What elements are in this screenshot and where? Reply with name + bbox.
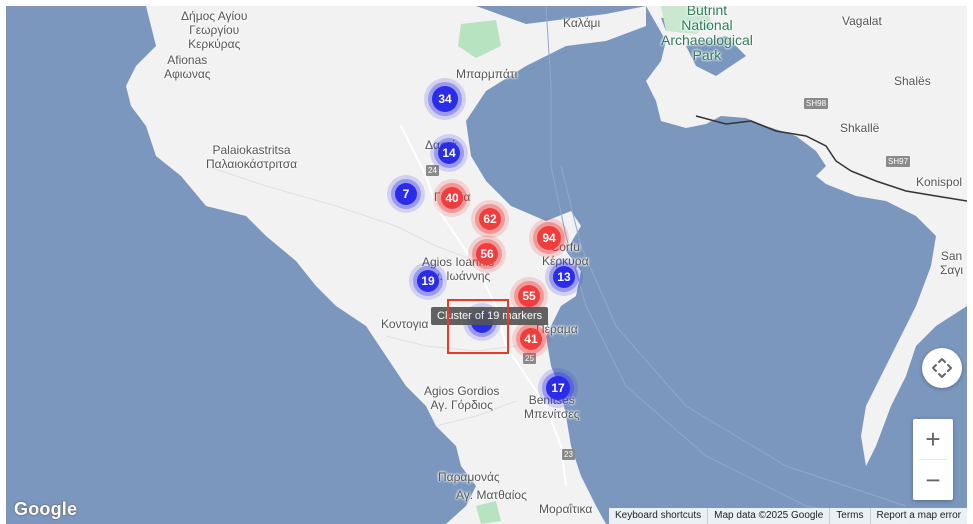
marker-cluster[interactable]: 19 bbox=[409, 262, 447, 300]
cluster-count: 34 bbox=[438, 92, 452, 106]
report-error-link[interactable]: Report a map error bbox=[869, 508, 967, 524]
marker-cluster[interactable]: 56 bbox=[468, 235, 506, 273]
place-label-kontogia: Κοντογια bbox=[381, 317, 429, 331]
fullscreen-icon bbox=[932, 358, 952, 378]
label-line: Αγ. Γόρδιος bbox=[430, 398, 493, 412]
place-label-konispol: Konispol bbox=[916, 175, 963, 189]
cluster-count: 56 bbox=[480, 247, 494, 261]
label-line: San bbox=[940, 249, 963, 263]
marker-cluster[interactable]: 34 bbox=[424, 78, 466, 120]
road-shield-23: 23 bbox=[562, 449, 575, 460]
place-label-san: San Σαγι bbox=[940, 249, 963, 277]
marker-cluster[interactable]: 13 bbox=[545, 258, 583, 296]
zoom-out-button[interactable]: − bbox=[913, 460, 953, 500]
road-shield-sh98: SH98 bbox=[804, 98, 829, 109]
label-line: Park bbox=[692, 47, 722, 63]
attribution-bar: Keyboard shortcuts Map data ©2025 Google… bbox=[608, 508, 967, 524]
fullscreen-button[interactable] bbox=[922, 348, 962, 388]
cluster-count: 55 bbox=[522, 289, 536, 303]
place-label-barbati: Μπαρμπάτι bbox=[456, 67, 518, 81]
cluster-count: 19 bbox=[421, 274, 435, 288]
cluster-count: 13 bbox=[557, 270, 571, 284]
label-line: Agios Gordios bbox=[424, 384, 500, 398]
label-line: Κερκύρας bbox=[188, 37, 241, 51]
marker-cluster[interactable]: 7 bbox=[387, 175, 425, 213]
marker-cluster[interactable]: 40 bbox=[433, 179, 471, 217]
cluster-count: 94 bbox=[542, 231, 556, 245]
cluster-count: 40 bbox=[445, 191, 459, 205]
label-line: Γεωργίου bbox=[189, 23, 240, 37]
label-line: National bbox=[681, 17, 733, 33]
place-label-afionas: Afionas Αφιωνας bbox=[164, 53, 211, 81]
place-label-vagalat: Vagalat bbox=[842, 14, 882, 28]
marker-cluster[interactable]: 94 bbox=[529, 218, 569, 258]
place-label-moraitika: Μοραΐτικα bbox=[539, 502, 593, 516]
place-label-agios-matthaios: Αγ. Ματθαίος bbox=[456, 488, 527, 502]
cluster-count: 17 bbox=[551, 381, 565, 395]
keyboard-shortcuts-link[interactable]: Keyboard shortcuts bbox=[609, 508, 707, 524]
label-line: Σαγι bbox=[940, 263, 964, 277]
map-data-text: Map data ©2025 Google bbox=[707, 508, 829, 524]
map-canvas[interactable]: Δήμος Αγίου Γεωργίου Κερκύρας Afionas Αφιων… bbox=[6, 6, 967, 524]
cluster-count: 62 bbox=[483, 212, 497, 226]
place-label-shkalle: Shkallë bbox=[840, 121, 880, 135]
label-line: Μπενίτσες bbox=[524, 407, 580, 421]
place-label-shales: Shalës bbox=[894, 74, 931, 88]
place-label-butrint: Butrint National Archaeological Park bbox=[661, 6, 753, 63]
place-label-kalami: Καλάμι bbox=[563, 16, 601, 30]
marker-cluster[interactable]: 14 bbox=[430, 134, 468, 172]
label-line: Αφιωνας bbox=[164, 67, 211, 81]
label-line: Παλαιοκάστριτσα bbox=[206, 157, 298, 171]
place-label-dimos: Δήμος Αγίου Γεωργίου Κερκύρας bbox=[181, 9, 247, 51]
cluster-count: 14 bbox=[442, 146, 456, 160]
road-shield-sh97: SH97 bbox=[886, 156, 911, 167]
place-label-palaiokastritsa: Palaiokastritsa Παλαιοκάστριτσα bbox=[206, 143, 297, 171]
place-label-paramonas: Παραμονάς bbox=[438, 470, 500, 484]
selection-highlight bbox=[447, 299, 509, 354]
marker-cluster[interactable]: 17 bbox=[538, 368, 578, 408]
zoom-controls: + − bbox=[913, 419, 953, 500]
cluster-count: 41 bbox=[524, 332, 538, 346]
label-line: Archaeological bbox=[661, 32, 753, 48]
marker-cluster[interactable]: 41 bbox=[512, 320, 550, 358]
label-line: Afionas bbox=[167, 53, 208, 67]
label-line: Δήμος Αγίου bbox=[181, 9, 248, 23]
cluster-count: 7 bbox=[402, 187, 410, 201]
label-line: Palaiokastritsa bbox=[212, 143, 291, 157]
google-logo[interactable]: Google bbox=[14, 499, 77, 520]
place-label-agios-gordios: Agios Gordios Αγ. Γόρδιος bbox=[424, 384, 499, 412]
terms-link[interactable]: Terms bbox=[829, 508, 869, 524]
marker-cluster[interactable]: 62 bbox=[471, 200, 509, 238]
zoom-in-button[interactable]: + bbox=[913, 419, 953, 459]
